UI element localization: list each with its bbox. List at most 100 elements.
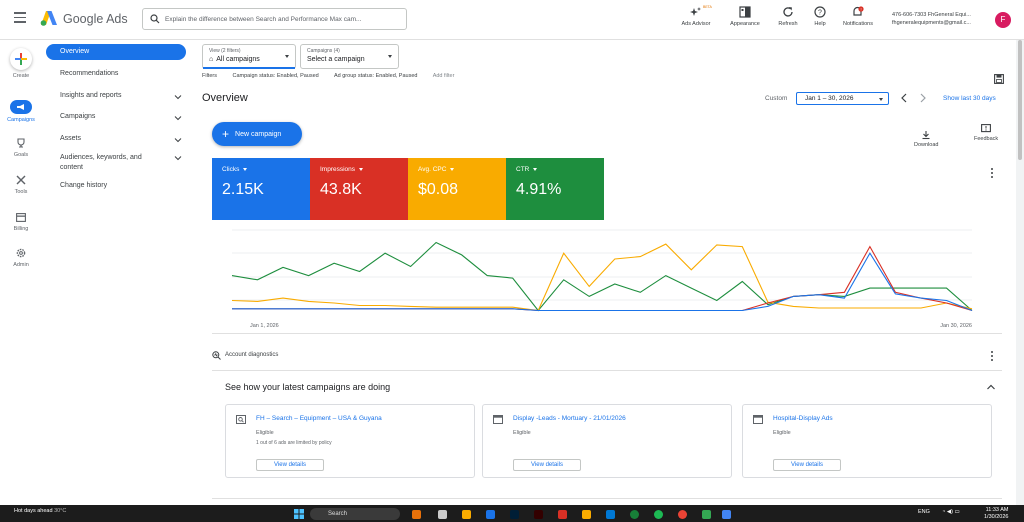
chrome-icon[interactable] [630,510,639,519]
ads-advisor-label: Ads Advisor [681,21,711,27]
more-options-icon[interactable] [990,351,994,363]
campaigns-summary-heading: See how your latest campaigns are doing [225,382,391,392]
view-selector-value: ⌂ All campaigns [209,56,289,63]
rail-tools[interactable]: Tools [0,173,42,195]
nav-overview[interactable]: Overview [46,44,186,60]
campaign-status: Eligible [773,430,791,436]
metric-value: 2.15K [222,181,264,198]
rail-admin[interactable]: Admin [0,246,42,268]
campaign-selector[interactable]: Campaigns (4) Select a campaign [300,44,399,69]
campaign-status: Eligible [256,430,274,436]
chevron-up-icon[interactable] [986,383,996,391]
view-details-button[interactable]: View details [773,459,841,471]
windows-start-icon[interactable] [294,509,304,519]
nav-change-history[interactable]: Change history [46,182,186,189]
metric-impressions[interactable]: Impressions 43.8K [310,158,408,220]
section-divider [212,498,1002,499]
nav-assets[interactable]: Assets [46,135,186,143]
diagnostics-icon [212,351,221,360]
campaign-selector-label: Campaigns (4) [307,48,340,54]
brand-name: Google Ads [63,12,128,26]
app-icon-6[interactable] [722,510,731,519]
rail-campaigns[interactable]: Campaigns [0,100,42,123]
scrollbar-thumb[interactable] [1018,40,1022,160]
more-options-icon[interactable] [990,168,994,180]
file-explorer-icon[interactable] [582,510,591,519]
beta-badge: BETA [703,5,712,9]
app-icon-2[interactable] [438,510,447,519]
app-icon-3[interactable] [486,510,495,519]
notifications-button[interactable]: ! Notifications [836,5,880,27]
rail-create[interactable]: Create [0,48,42,79]
view-selector[interactable]: View (2 filters) ⌂ All campaigns [202,44,296,69]
app-icon-1[interactable] [412,510,421,519]
rail-admin-label: Admin [13,262,29,268]
view-details-button[interactable]: View details [513,459,581,471]
rail-billing[interactable]: Billing [0,210,42,232]
nav-campaigns-label: Campaigns [60,113,96,120]
app-icon-5[interactable] [702,510,711,519]
date-range-selector[interactable]: Jan 1 – 30, 2026 [796,92,889,105]
campaign-title-link[interactable]: Hospital-Display Ads [773,415,833,422]
campaign-title-link[interactable]: Display -Leads - Mortuary - 21/01/2026 [513,415,626,422]
feedback-button[interactable]: Feedback [974,124,998,142]
chrome-profile-icon[interactable] [678,510,687,519]
new-campaign-button[interactable]: + New campaign [212,122,302,146]
chevron-left-icon[interactable] [899,92,909,104]
taskbar-search[interactable]: Search [310,508,400,520]
chevron-down-icon [174,138,182,143]
folder-icon[interactable] [462,510,471,519]
download-button[interactable]: Download [914,130,938,148]
gear-icon [16,248,26,258]
spotify-icon[interactable] [654,510,663,519]
plus-icon [15,53,27,65]
language-indicator[interactable]: ENG [918,509,930,515]
caret-down-icon [285,55,289,58]
edge-icon[interactable] [606,510,615,519]
weather-widget[interactable]: Hot days ahead 30°C [14,508,66,514]
nav-recommendations[interactable]: Recommendations [46,70,186,77]
filters-label: Filters [202,73,217,79]
help-button[interactable]: ? Help [808,5,832,27]
rail-goals[interactable]: Goals [0,136,42,158]
avatar[interactable]: F [995,12,1011,28]
search-box[interactable]: Explain the difference between Search an… [142,8,407,30]
menu-icon[interactable] [14,12,26,23]
search-campaign-icon [236,415,246,424]
filter-ad-group-status[interactable]: Ad group status: Enabled, Paused [334,73,417,79]
metric-clicks[interactable]: Clicks 2.15K [212,158,310,220]
svg-text:?: ? [818,10,822,17]
illustrator-icon[interactable] [534,510,543,519]
search-icon [150,14,160,24]
google-ads-logo[interactable] [40,10,58,26]
save-icon[interactable] [994,74,1004,84]
wrench-icon [16,175,26,185]
appearance-button[interactable]: Appearance [725,5,765,27]
ads-advisor-button[interactable]: BETA Ads Advisor [676,5,716,27]
nav-insights[interactable]: Insights and reports [46,92,186,100]
metric-avg-cpc[interactable]: Avg. CPC $0.08 [408,158,506,220]
metric-ctr[interactable]: CTR 4.91% [506,158,604,220]
nav-audiences[interactable]: Audiences, keywords, and content [46,153,186,173]
nav-campaigns[interactable]: Campaigns [46,113,186,121]
show-last-30-days-link[interactable]: Show last 30 days [943,95,996,102]
photoshop-icon[interactable] [510,510,519,519]
performance-chart: Jan 1, 2026 Jan 30, 2026 [231,229,973,329]
chevron-down-icon [174,95,182,100]
feedback-icon [981,124,992,133]
campaign-title-link[interactable]: FH – Search – Equipment – USA & Guyana [256,415,382,422]
scrollbar[interactable] [1016,40,1024,505]
view-details-button[interactable]: View details [256,459,324,471]
clock[interactable]: 11:33 AM 1/30/2026 [984,507,1008,521]
filter-campaign-status[interactable]: Campaign status: Enabled, Paused [233,73,319,79]
network-volume-icons[interactable]: ◔ ◀) ▭ [942,509,960,515]
nav-assets-label: Assets [60,135,82,142]
rail-tools-label: Tools [14,189,28,195]
add-filter-button[interactable]: Add filter [433,73,455,79]
search-input[interactable]: Explain the difference between Search an… [165,16,401,23]
account-info[interactable]: 476-606-7303 FhGeneral Equi... fhgeneral… [892,11,971,27]
app-icon-4[interactable] [558,510,567,519]
chevron-right-icon[interactable] [918,92,928,104]
refresh-button[interactable]: Refresh [770,5,806,27]
view-selector-underline [203,67,295,69]
